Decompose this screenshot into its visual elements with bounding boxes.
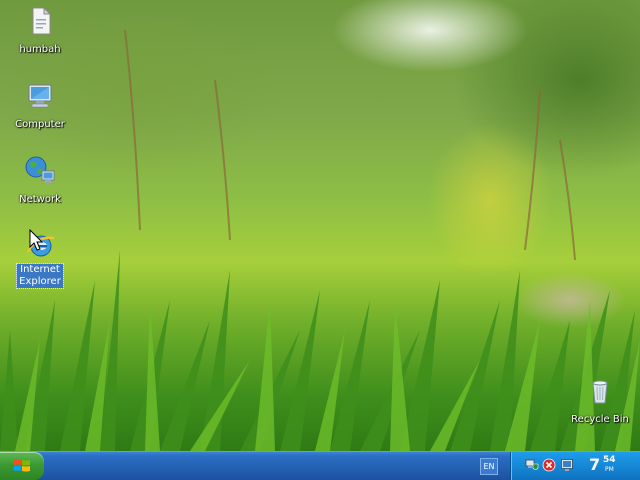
desktop-icon-label: Computer [15, 119, 65, 130]
desktop-icon-label: Internet Explorer [16, 263, 64, 289]
desktop-icon-label: Recycle Bin [571, 414, 629, 425]
monitor-icon[interactable] [560, 458, 574, 472]
language-indicator[interactable]: EN [480, 458, 498, 475]
desktop-icon-computer[interactable]: Computer [5, 80, 75, 131]
clock[interactable]: 7 54 PM [589, 455, 616, 475]
document-icon [32, 6, 52, 35]
desktop-icon-humbah[interactable]: humbah [5, 5, 75, 56]
desktop-icon-label: Network [19, 194, 61, 205]
clock-hour: 7 [589, 455, 601, 474]
desktop-icon-label: humbah [19, 44, 61, 55]
desktop[interactable]: humbah Computer Network Internet Explore… [0, 0, 640, 451]
desktop-icon-recycle-bin[interactable]: Recycle Bin [565, 375, 635, 426]
clock-ampm: PM [605, 466, 614, 473]
computer-icon [28, 84, 52, 108]
error-icon[interactable] [542, 458, 556, 472]
recycle-bin-icon [592, 380, 608, 404]
start-button[interactable] [0, 452, 44, 480]
system-tray: 7 54 PM [510, 452, 640, 480]
network-shield-icon[interactable] [525, 458, 539, 472]
windows-logo-icon [14, 459, 30, 472]
taskbar: EN 7 54 PM [0, 451, 640, 480]
desktop-icon-network[interactable]: Network [5, 155, 75, 206]
clock-minute: 54 [603, 455, 616, 465]
mouse-cursor-icon [29, 229, 43, 251]
wallpaper [0, 29, 640, 451]
network-icon [25, 156, 55, 183]
